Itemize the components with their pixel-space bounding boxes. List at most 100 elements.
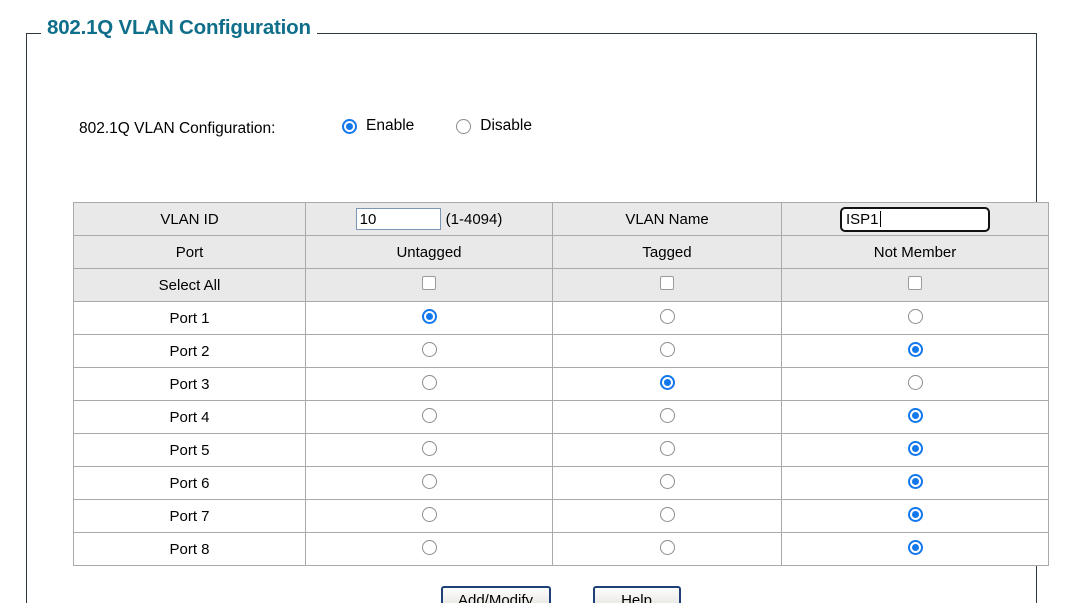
text-caret <box>879 211 881 227</box>
port-3-not-member-cell[interactable] <box>781 367 1049 401</box>
vlan-id-header-label: VLAN ID <box>160 210 219 228</box>
port-1-not-member-radio[interactable] <box>907 308 923 324</box>
port-2-not-member-cell[interactable] <box>781 334 1049 368</box>
port-1-not-member-cell[interactable] <box>781 301 1049 335</box>
table-row: Port 6 <box>73 466 1049 500</box>
select-all-row: Select All <box>73 268 1049 302</box>
port-6-tagged-cell[interactable] <box>552 466 782 500</box>
port-4-tagged-cell[interactable] <box>552 400 782 434</box>
port-6-untagged-radio[interactable] <box>421 473 437 489</box>
port-5-not-member-radio[interactable] <box>907 440 923 456</box>
select-all-not-member-cell[interactable] <box>781 268 1049 302</box>
port-1-untagged-cell[interactable] <box>305 301 553 335</box>
port-6-untagged-cell[interactable] <box>305 466 553 500</box>
radio-enable-indicator[interactable] <box>342 118 357 134</box>
port-1-tagged-cell[interactable] <box>552 301 782 335</box>
footer-button-bar: Add/Modify Help <box>73 586 1048 603</box>
port-3-untagged-cell[interactable] <box>305 367 553 401</box>
port-label: Port 1 <box>73 301 306 335</box>
header-tagged: Tagged <box>552 235 782 269</box>
vlan-configuration-page: 802.1Q VLAN Configuration 802.1Q VLAN Co… <box>0 0 1066 603</box>
select-all-untagged-cell[interactable] <box>305 268 553 302</box>
port-7-not-member-cell[interactable] <box>781 499 1049 533</box>
select-all-label: Select All <box>73 268 306 302</box>
vlan-id-name-row: VLAN ID (1-4094) VLAN Name <box>73 202 1049 236</box>
port-label: Port 6 <box>73 466 306 500</box>
port-4-untagged-radio[interactable] <box>421 407 437 423</box>
port-5-untagged-cell[interactable] <box>305 433 553 467</box>
port-2-untagged-cell[interactable] <box>305 334 553 368</box>
port-2-tagged-cell[interactable] <box>552 334 782 368</box>
port-label: Port 8 <box>73 532 306 566</box>
select-all-tagged-checkbox[interactable] <box>660 276 674 290</box>
port-2-untagged-radio[interactable] <box>421 341 437 357</box>
table-row: Port 8 <box>73 532 1049 566</box>
port-6-tagged-radio[interactable] <box>659 473 675 489</box>
vlan-name-input[interactable]: ISP1 <box>840 206 990 232</box>
table-row: Port 7 <box>73 499 1049 533</box>
port-5-tagged-radio[interactable] <box>659 440 675 456</box>
port-3-untagged-radio[interactable] <box>421 374 437 390</box>
port-8-not-member-cell[interactable] <box>781 532 1049 566</box>
table-row: Port 2 <box>73 334 1049 368</box>
header-not-member: Not Member <box>781 235 1049 269</box>
port-4-not-member-radio[interactable] <box>907 407 923 423</box>
port-4-untagged-cell[interactable] <box>305 400 553 434</box>
port-6-not-member-radio[interactable] <box>907 473 923 489</box>
table-row: Port 4 <box>73 400 1049 434</box>
vlan-config-label: 802.1Q VLAN Configuration: <box>79 120 276 137</box>
vlan-id-input-wrap: (1-4094) <box>306 208 552 230</box>
port-7-not-member-radio[interactable] <box>907 506 923 522</box>
port-2-tagged-radio[interactable] <box>659 341 675 357</box>
port-2-not-member-radio[interactable] <box>907 341 923 357</box>
vlan-port-table: VLAN ID (1-4094) VLAN Name <box>73 202 1049 566</box>
port-8-untagged-cell[interactable] <box>305 532 553 566</box>
port-1-tagged-radio[interactable] <box>659 308 675 324</box>
port-label: Port 3 <box>73 367 306 401</box>
port-7-untagged-cell[interactable] <box>305 499 553 533</box>
port-1-untagged-radio[interactable] <box>421 308 437 324</box>
port-8-not-member-radio[interactable] <box>907 539 923 555</box>
port-5-tagged-cell[interactable] <box>552 433 782 467</box>
port-3-not-member-radio[interactable] <box>907 374 923 390</box>
port-3-tagged-cell[interactable] <box>552 367 782 401</box>
help-button[interactable]: Help <box>592 586 681 603</box>
vlan-id-header-cell: VLAN ID <box>73 202 306 236</box>
vlan-name-input-wrap: ISP1 <box>782 206 1048 232</box>
port-label: Port 4 <box>73 400 306 434</box>
port-7-tagged-cell[interactable] <box>552 499 782 533</box>
radio-option-enable[interactable]: Enable <box>342 117 414 135</box>
port-7-tagged-radio[interactable] <box>659 506 675 522</box>
port-label: Port 5 <box>73 433 306 467</box>
select-all-untagged-checkbox[interactable] <box>422 276 436 290</box>
port-8-tagged-cell[interactable] <box>552 532 782 566</box>
vlan-name-input-value: ISP1 <box>846 210 879 228</box>
port-8-untagged-radio[interactable] <box>421 539 437 555</box>
port-5-untagged-radio[interactable] <box>421 440 437 456</box>
port-5-not-member-cell[interactable] <box>781 433 1049 467</box>
port-4-tagged-radio[interactable] <box>659 407 675 423</box>
header-untagged: Untagged <box>305 235 553 269</box>
port-6-not-member-cell[interactable] <box>781 466 1049 500</box>
vlan-name-header-cell: VLAN Name <box>552 202 782 236</box>
vlan-id-input[interactable] <box>355 208 441 230</box>
select-all-tagged-cell[interactable] <box>552 268 782 302</box>
port-7-untagged-radio[interactable] <box>421 506 437 522</box>
radio-option-disable[interactable]: Disable <box>456 117 532 135</box>
radio-disable-label: Disable <box>480 117 532 134</box>
vlan-id-input-cell: (1-4094) <box>305 202 553 236</box>
table-row: Port 5 <box>73 433 1049 467</box>
port-label: Port 2 <box>73 334 306 368</box>
add-modify-button[interactable]: Add/Modify <box>440 586 551 603</box>
port-4-not-member-cell[interactable] <box>781 400 1049 434</box>
select-all-not-member-checkbox[interactable] <box>908 276 922 290</box>
header-port: Port <box>73 235 306 269</box>
vlan-enable-control-row: 802.1Q VLAN Configuration: Enable Disabl… <box>27 104 1038 236</box>
radio-disable-indicator[interactable] <box>456 118 472 134</box>
table-row: Port 3 <box>73 367 1049 401</box>
table-row: Port 1 <box>73 301 1049 335</box>
port-3-tagged-radio[interactable] <box>659 374 675 390</box>
table-header-row: Port Untagged Tagged Not Member <box>73 235 1049 269</box>
port-8-tagged-radio[interactable] <box>659 539 675 555</box>
vlan-name-input-cell: ISP1 <box>781 202 1049 236</box>
